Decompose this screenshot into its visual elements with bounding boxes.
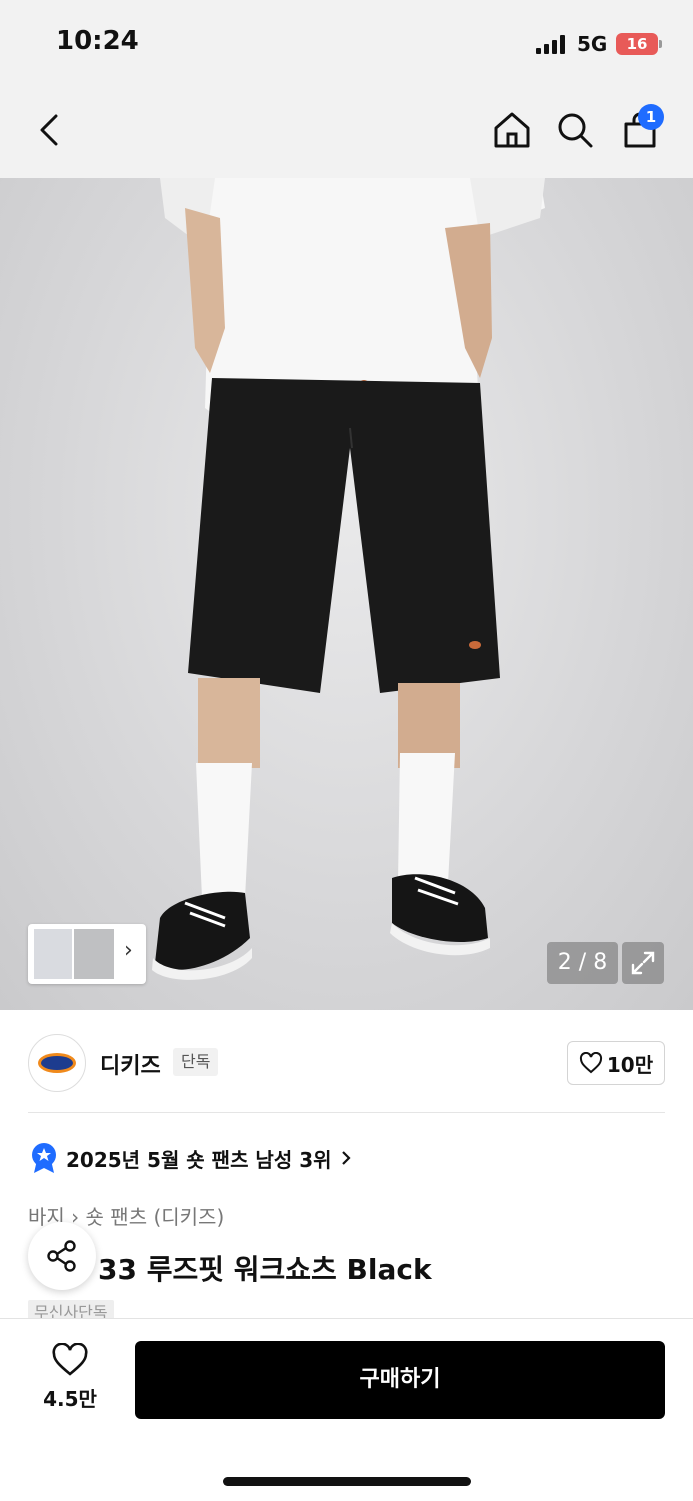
back-button[interactable]: [26, 106, 74, 154]
product-photo: [152, 178, 545, 980]
expand-button[interactable]: [622, 942, 664, 984]
signal-icon: [536, 34, 568, 54]
battery-icon: 16: [616, 33, 662, 55]
chevron-right-icon: ›: [124, 938, 133, 963]
breadcrumb-subcategory[interactable]: 숏 팬츠 (디키즈): [86, 1205, 225, 1229]
search-button[interactable]: [551, 106, 599, 154]
brand-like-button[interactable]: 10만: [567, 1041, 665, 1085]
wishlist-count: 4.5만: [43, 1387, 97, 1411]
status-time: 10:24: [56, 26, 139, 56]
heart-icon: [579, 1052, 602, 1074]
image-counter: 2 / 8: [547, 942, 618, 984]
back-icon: [40, 114, 58, 146]
status-bar: 10:24 5G 16: [0, 0, 693, 88]
exclusive-tag: 단독: [173, 1048, 219, 1076]
chevron-right-icon: [341, 1151, 351, 1165]
bottom-action-bar: 4.5만 구매하기: [0, 1318, 693, 1501]
thumbnail-image[interactable]: [34, 929, 72, 979]
brand-logo-graphic: [38, 1053, 76, 1073]
expand-icon: [631, 951, 655, 975]
home-indicator: [223, 1477, 471, 1486]
network-label: 5G: [577, 32, 608, 56]
ranking-badge-icon: [32, 1143, 56, 1173]
partial-exclusive-tag: 무신사단독: [28, 1300, 114, 1320]
product-title-text: 33 루즈핏 워크쇼츠 Black: [98, 1253, 432, 1286]
home-icon: [494, 112, 530, 148]
thumbnail-image[interactable]: [74, 929, 114, 979]
brand-name[interactable]: 디키즈: [100, 1048, 161, 1080]
product-image[interactable]: [0, 178, 693, 1010]
share-icon: [47, 1240, 76, 1272]
home-button[interactable]: [488, 106, 536, 154]
battery-level: 16: [626, 35, 648, 53]
thumbnail-strip[interactable]: ›: [28, 924, 146, 984]
ranking-link[interactable]: 2025년 5월 숏 팬츠 남성 3위: [30, 1142, 352, 1174]
brand-row: 디키즈 단독 10만: [0, 1014, 693, 1110]
buy-button[interactable]: 구매하기: [135, 1341, 665, 1419]
divider: [28, 1112, 665, 1113]
wishlist-button[interactable]: 4.5만: [30, 1342, 110, 1412]
top-navigation: [0, 88, 693, 178]
brand-like-count: 10만: [606, 1052, 654, 1077]
cart-count-badge: 1: [638, 104, 664, 130]
brand-logo[interactable]: [28, 1034, 86, 1092]
ranking-text: 2025년 5월 숏 팬츠 남성 3위: [66, 1147, 332, 1172]
share-button[interactable]: [28, 1222, 96, 1290]
search-icon: [558, 113, 593, 148]
heart-icon: [52, 1342, 88, 1376]
